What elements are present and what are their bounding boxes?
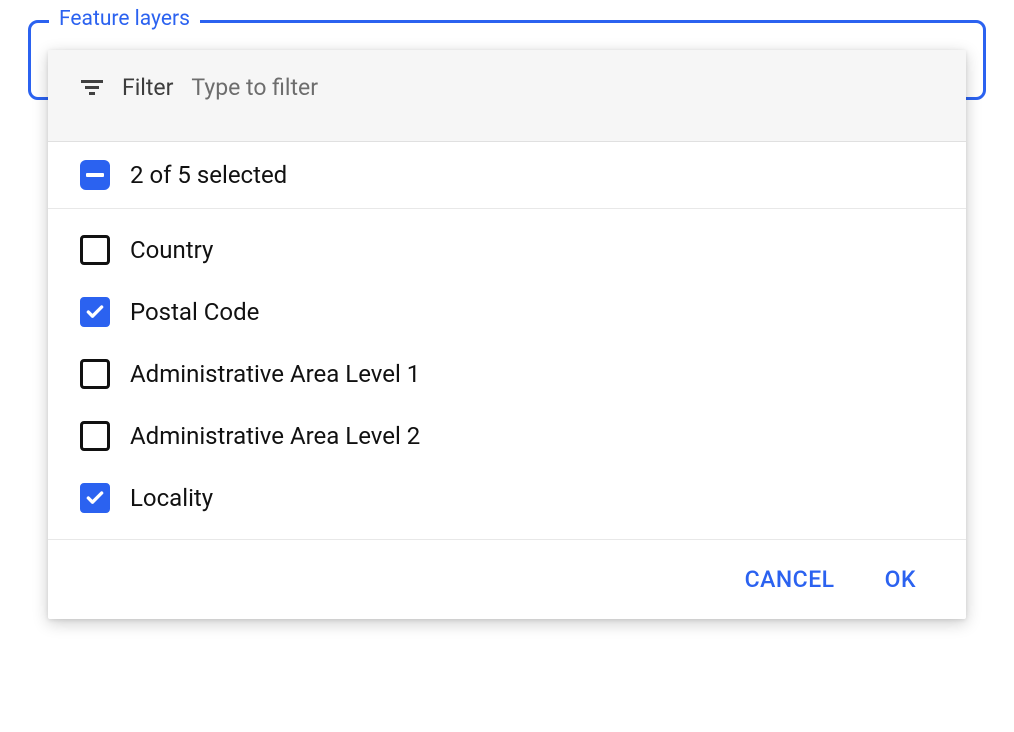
checkbox-icon xyxy=(80,483,110,513)
option-label: Locality xyxy=(130,484,213,512)
option-row[interactable]: Postal Code xyxy=(48,281,966,343)
option-label: Country xyxy=(130,236,213,264)
select-all-row[interactable]: 2 of 5 selected xyxy=(48,142,966,209)
option-row[interactable]: Administrative Area Level 2 xyxy=(48,405,966,467)
options-list: Country Postal Code Administrative Area Le… xyxy=(48,209,966,540)
cancel-button[interactable]: CANCEL xyxy=(745,566,835,593)
feature-layers-dropdown: Filter 2 of 5 selected Country Postal Cod… xyxy=(48,50,966,619)
checkbox-icon xyxy=(80,359,110,389)
filter-label: Filter xyxy=(122,74,173,101)
fieldset-legend: Feature layers xyxy=(49,7,200,31)
option-label: Administrative Area Level 2 xyxy=(130,422,420,450)
option-row[interactable]: Locality xyxy=(48,467,966,529)
filter-input[interactable] xyxy=(191,74,934,101)
filter-row: Filter xyxy=(48,50,966,142)
ok-button[interactable]: OK xyxy=(885,566,916,593)
filter-icon xyxy=(80,76,104,100)
option-row[interactable]: Country xyxy=(48,219,966,281)
checkbox-icon xyxy=(80,235,110,265)
option-label: Postal Code xyxy=(130,298,259,326)
checkbox-icon xyxy=(80,421,110,451)
checkbox-icon xyxy=(80,297,110,327)
indeterminate-checkbox-icon xyxy=(80,160,110,190)
selection-summary: 2 of 5 selected xyxy=(130,161,287,189)
option-label: Administrative Area Level 1 xyxy=(130,360,420,388)
option-row[interactable]: Administrative Area Level 1 xyxy=(48,343,966,405)
dialog-footer: CANCEL OK xyxy=(48,540,966,619)
